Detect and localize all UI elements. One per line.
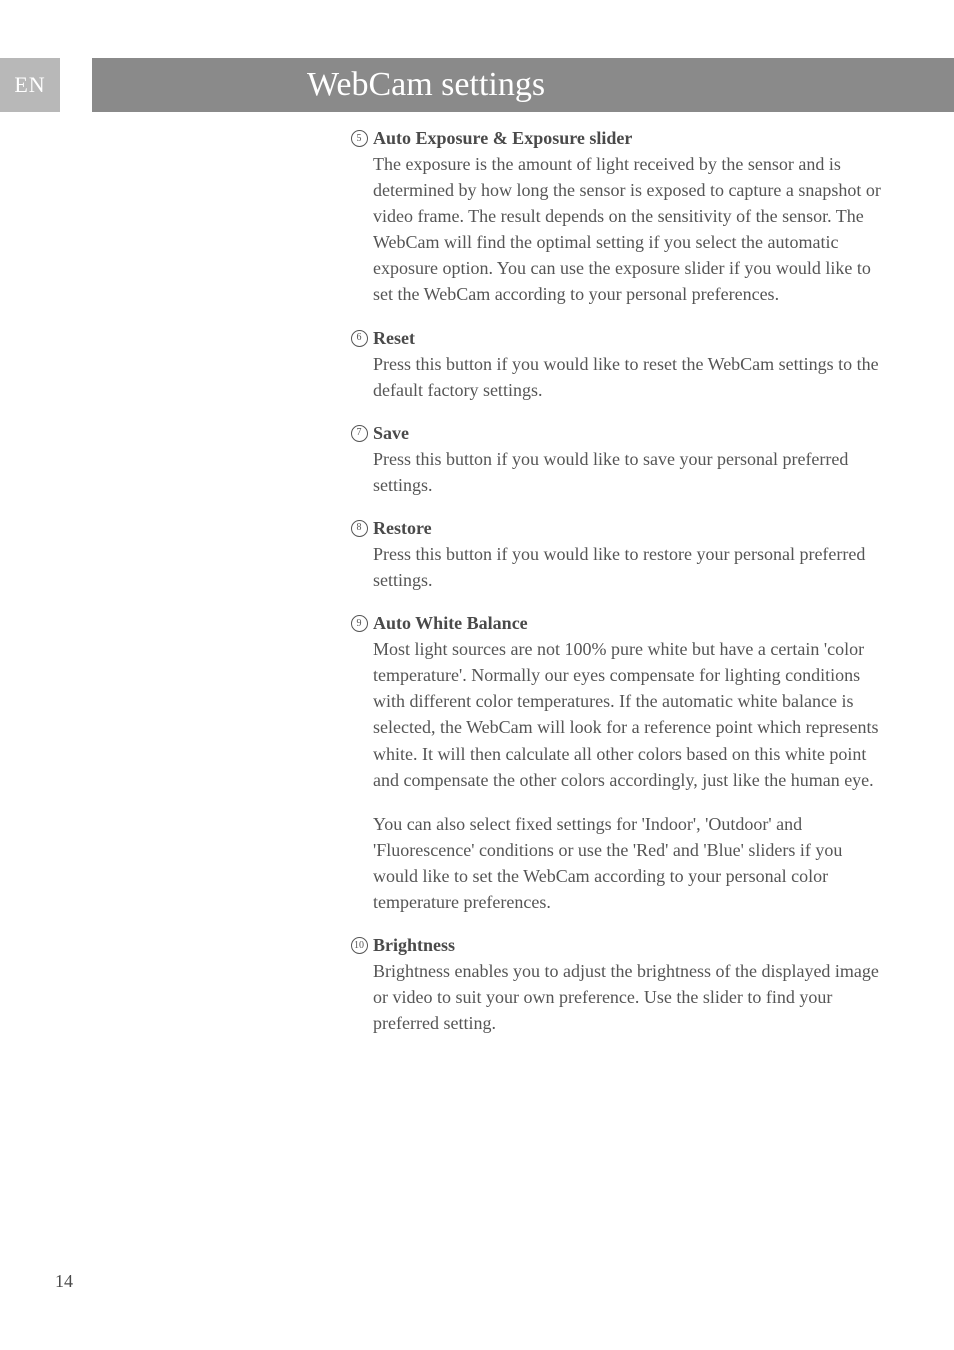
bullet-number-icon: 5 bbox=[351, 130, 368, 147]
setting-item-7: 7 Save Press this button if you would li… bbox=[345, 423, 884, 498]
item-title: Auto Exposure & Exposure slider bbox=[373, 128, 884, 149]
setting-item-8: 8 Restore Press this button if you would… bbox=[345, 518, 884, 593]
setting-item-10: 10 Brightness Brightness enables you to … bbox=[345, 935, 884, 1036]
bullet-8: 8 bbox=[345, 518, 373, 593]
bullet-number-icon: 10 bbox=[351, 937, 368, 954]
setting-item-5: 5 Auto Exposure & Exposure slider The ex… bbox=[345, 128, 884, 308]
paragraph: Brightness enables you to adjust the bri… bbox=[373, 958, 884, 1036]
paragraph: The exposure is the amount of light rece… bbox=[373, 151, 884, 308]
content-area: 5 Auto Exposure & Exposure slider The ex… bbox=[345, 128, 884, 1056]
paragraph: Press this button if you would like to r… bbox=[373, 351, 884, 403]
page-number: 14 bbox=[55, 1271, 73, 1292]
item-text: Press this button if you would like to s… bbox=[373, 446, 884, 498]
item-text: Most light sources are not 100% pure whi… bbox=[373, 636, 884, 915]
setting-item-9: 9 Auto White Balance Most light sources … bbox=[345, 613, 884, 915]
item-body: Reset Press this button if you would lik… bbox=[373, 328, 884, 403]
item-title: Brightness bbox=[373, 935, 884, 956]
item-body: Auto White Balance Most light sources ar… bbox=[373, 613, 884, 915]
bullet-7: 7 bbox=[345, 423, 373, 498]
header-bar: EN WebCam settings bbox=[0, 58, 954, 112]
paragraph: Press this button if you would like to s… bbox=[373, 446, 884, 498]
bullet-number-icon: 9 bbox=[351, 615, 368, 632]
item-body: Auto Exposure & Exposure slider The expo… bbox=[373, 128, 884, 308]
item-title: Auto White Balance bbox=[373, 613, 884, 634]
item-title: Save bbox=[373, 423, 884, 444]
bullet-9: 9 bbox=[345, 613, 373, 915]
item-title: Restore bbox=[373, 518, 884, 539]
item-body: Restore Press this button if you would l… bbox=[373, 518, 884, 593]
item-text: The exposure is the amount of light rece… bbox=[373, 151, 884, 308]
setting-item-6: 6 Reset Press this button if you would l… bbox=[345, 328, 884, 403]
item-text: Brightness enables you to adjust the bri… bbox=[373, 958, 884, 1036]
bullet-number-icon: 7 bbox=[351, 425, 368, 442]
bullet-5: 5 bbox=[345, 128, 373, 308]
item-body: Save Press this button if you would like… bbox=[373, 423, 884, 498]
language-tab: EN bbox=[0, 58, 60, 112]
bullet-6: 6 bbox=[345, 328, 373, 403]
item-title: Reset bbox=[373, 328, 884, 349]
item-text: Press this button if you would like to r… bbox=[373, 541, 884, 593]
page-title: WebCam settings bbox=[92, 58, 954, 112]
item-body: Brightness Brightness enables you to adj… bbox=[373, 935, 884, 1036]
item-text: Press this button if you would like to r… bbox=[373, 351, 884, 403]
header-gap bbox=[60, 58, 92, 112]
bullet-number-icon: 6 bbox=[351, 330, 368, 347]
paragraph: Press this button if you would like to r… bbox=[373, 541, 884, 593]
paragraph: Most light sources are not 100% pure whi… bbox=[373, 636, 884, 793]
bullet-number-icon: 8 bbox=[351, 520, 368, 537]
paragraph: You can also select fixed settings for '… bbox=[373, 811, 884, 915]
bullet-10: 10 bbox=[345, 935, 373, 1036]
